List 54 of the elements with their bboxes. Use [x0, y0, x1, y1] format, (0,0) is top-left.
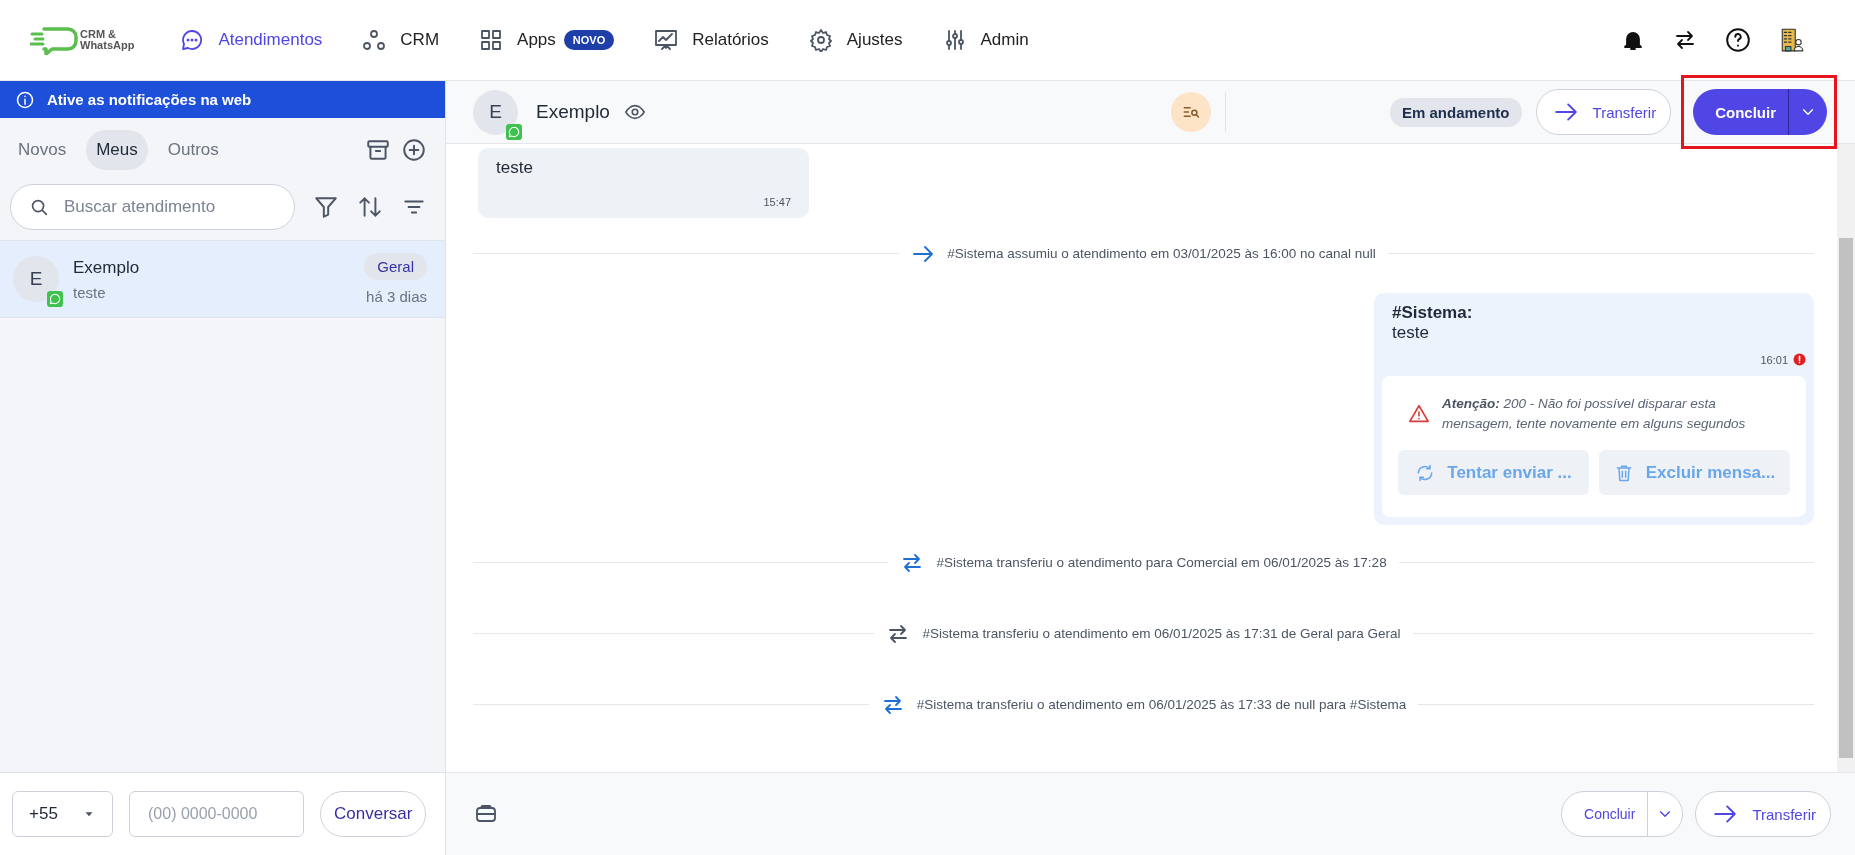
message-text: teste	[496, 158, 534, 178]
nav-link[interactable]: CRM	[362, 28, 440, 52]
message-text: teste	[1391, 323, 1430, 343]
chat-icon	[180, 28, 205, 52]
contact-name: Exemplo	[73, 257, 141, 278]
event-text: #Sistema transferiu o atendimento para Comercial em 06/01/2025 às 17:28	[936, 555, 1387, 570]
message-preview: teste	[73, 283, 107, 301]
filter-icon[interactable]	[313, 194, 339, 220]
whatsapp-icon	[506, 123, 522, 140]
archive-icon[interactable]	[365, 137, 391, 163]
new-badge: NOVO	[563, 30, 615, 50]
filter-tab[interactable]: Meus	[86, 130, 148, 170]
transfer-button[interactable]: Transferir	[1695, 791, 1831, 837]
nav-link[interactable]: Atendimentos	[180, 28, 323, 52]
info-icon	[15, 89, 35, 110]
grid-icon	[479, 28, 504, 52]
nav-link[interactable]: Ajustes	[808, 28, 903, 52]
nav-link[interactable]: Apps NOVO	[479, 28, 615, 52]
circles-icon	[362, 28, 387, 52]
whatsapp-icon	[47, 291, 63, 307]
queue-tag: Geral	[364, 253, 427, 280]
filter-tab[interactable]: Novos	[8, 130, 77, 170]
help-icon[interactable]	[1725, 27, 1751, 53]
chart-icon	[654, 28, 679, 52]
gear-icon	[808, 28, 833, 52]
transfer-button[interactable]: Transferir	[1535, 89, 1672, 135]
chat-logo-icon	[30, 25, 78, 55]
contact-name: Exemplo	[536, 101, 610, 123]
event-text: #Sistema transferiu o atendimento em 06/01/2025 às 17:33 de null para #Sistema	[916, 697, 1407, 712]
search-messages-button[interactable]	[1171, 92, 1211, 132]
swap-icon[interactable]	[1673, 28, 1697, 52]
start-chat-button[interactable]: Conversar	[320, 791, 427, 837]
warning-icon	[1408, 403, 1430, 425]
phone-field[interactable]: (00) 0000-0000	[129, 791, 304, 837]
conversation-item[interactable]: E Exemplo teste Geral há 3 dias	[0, 240, 445, 318]
status-badge: Em andamento	[1390, 97, 1522, 127]
nav-link[interactable]: Relatórios	[654, 28, 769, 52]
filter-tab[interactable]: Outros	[157, 130, 229, 170]
message-time: 16:01	[1760, 353, 1788, 366]
nav-link[interactable]: Admin	[942, 28, 1029, 52]
add-icon[interactable]	[401, 137, 427, 163]
logo-text: CRM & WhatsApp	[80, 29, 135, 51]
notification-banner[interactable]: Ative as notificações na web	[0, 81, 445, 118]
event-text: #Sistema transferiu o atendimento em 06/01/2025 às 17:31 de Geral para Geral	[922, 626, 1401, 641]
sort-icon[interactable]	[357, 194, 383, 220]
event-text: #Sistema assumiu o atendimento em 03/01/2025 às 16:00 no canal null	[947, 246, 1376, 261]
message-time: 15:47	[762, 196, 791, 208]
search-field[interactable]: Buscar atendimento	[10, 184, 295, 230]
sender-name: #Sistema:	[1391, 303, 1474, 323]
error-message: Atenção: 200 - Não foi possível disparar esta mensagem, tente novamente em alguns segundos	[1442, 395, 1747, 433]
timestamp: há 3 dias	[366, 288, 427, 305]
country-code-select[interactable]: +55	[12, 791, 113, 837]
scrollbar[interactable]	[1837, 144, 1855, 772]
building-icon[interactable]	[1779, 27, 1805, 53]
